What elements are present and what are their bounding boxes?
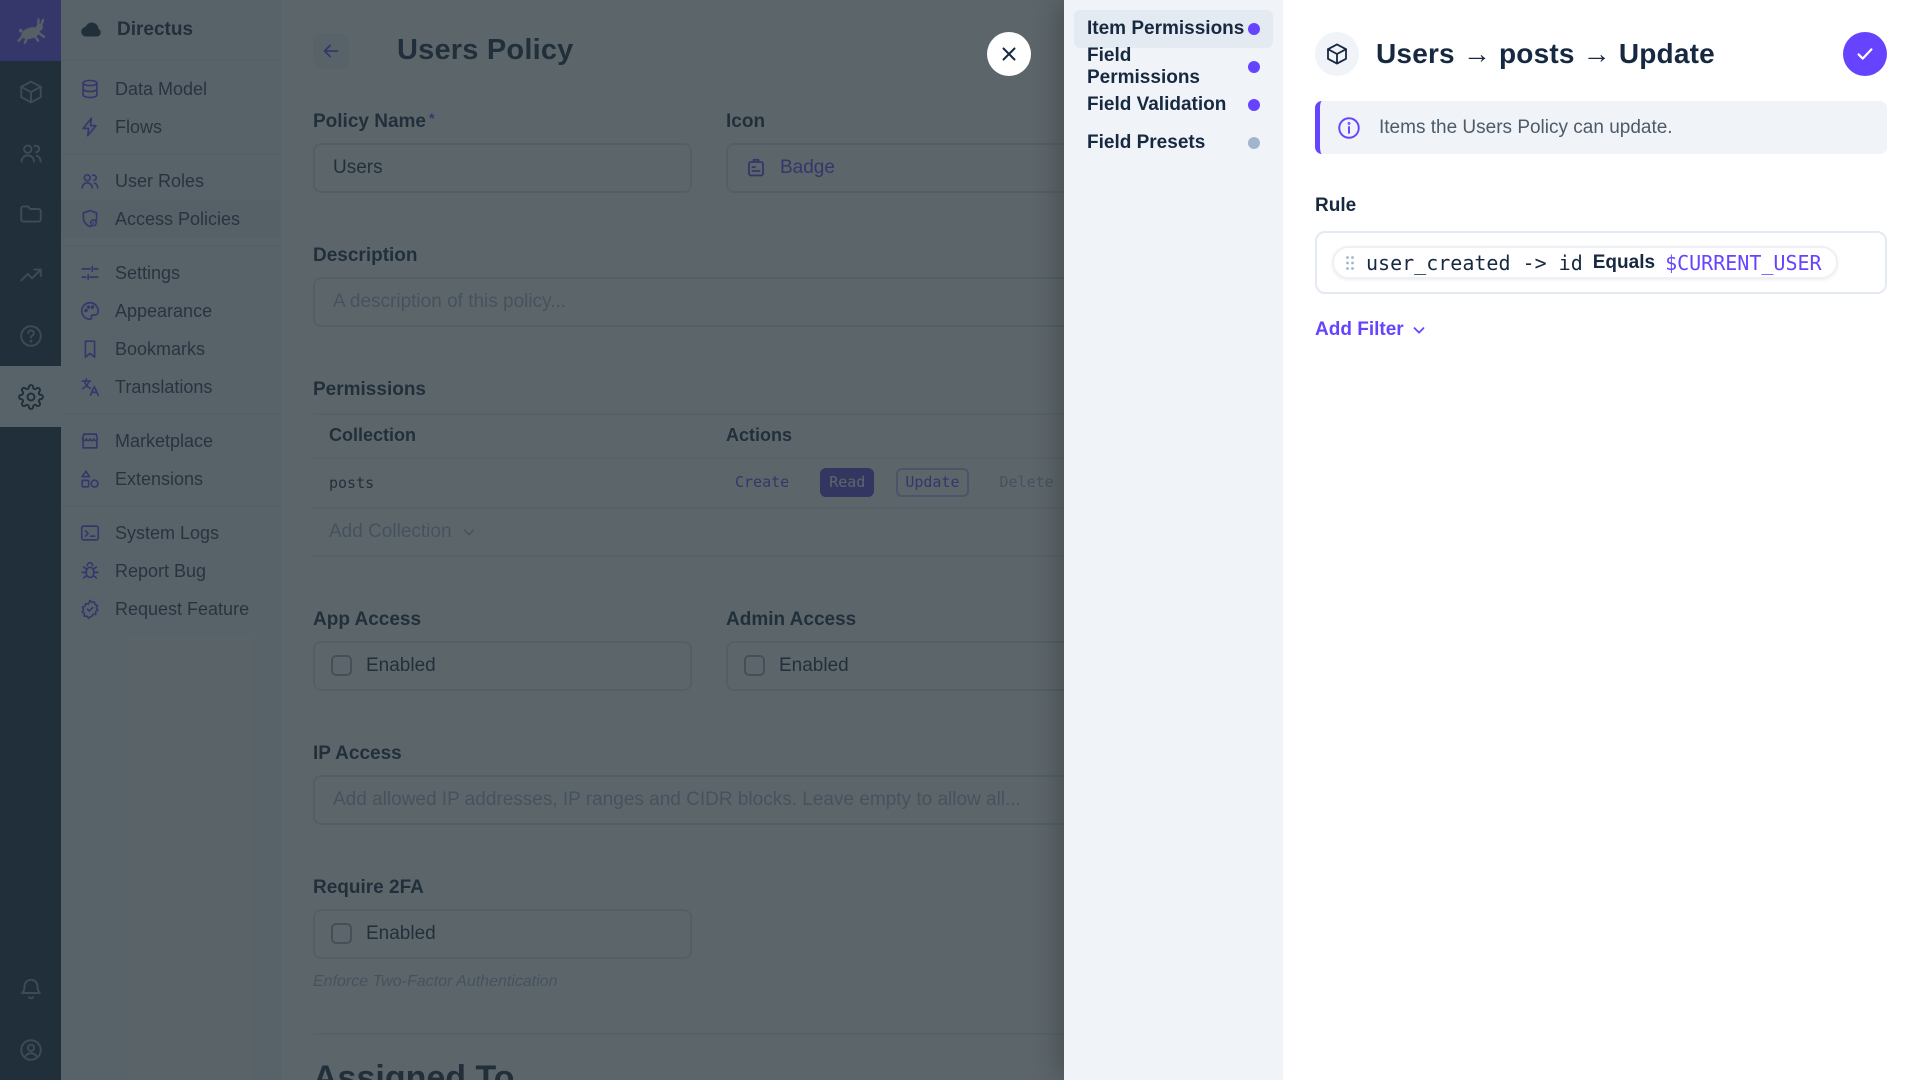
close-drawer-button[interactable]: [987, 32, 1031, 76]
modal-overlay[interactable]: [0, 0, 1064, 1080]
drawer-title: Users → posts → Update: [1376, 38, 1715, 70]
tab-field-validation[interactable]: Field Validation: [1074, 86, 1273, 124]
box-icon: [1325, 42, 1349, 66]
box-icon-circle: [1315, 32, 1359, 76]
add-filter-button[interactable]: Add Filter: [1315, 319, 1428, 341]
rule-label: Rule: [1315, 195, 1887, 217]
tab-item-permissions[interactable]: Item Permissions: [1074, 10, 1273, 48]
check-icon: [1854, 43, 1876, 65]
filter-operator[interactable]: Equals: [1593, 252, 1655, 274]
chevron-down-icon: [1410, 321, 1428, 339]
filter-field[interactable]: user_created -> id: [1366, 251, 1583, 275]
info-icon: [1336, 115, 1362, 141]
info-banner: Items the Users Policy can update.: [1315, 101, 1887, 154]
filter-value[interactable]: $CURRENT_USER: [1665, 251, 1822, 275]
drawer-main: Users → posts → Update Items the Users P…: [1283, 0, 1920, 1080]
filter-chip[interactable]: user_created -> id Equals $CURRENT_USER: [1332, 246, 1838, 279]
save-button[interactable]: [1843, 32, 1887, 76]
drag-handle-icon[interactable]: [1344, 255, 1356, 271]
close-icon: [998, 43, 1020, 65]
directus-app: Directus Data Model Flows User Roles Acc…: [0, 0, 1920, 1080]
permissions-drawer: Item Permissions Field Permissions Field…: [1064, 0, 1920, 1080]
status-dot: [1248, 23, 1260, 35]
rule-filter-box: user_created -> id Equals $CURRENT_USER: [1315, 231, 1887, 294]
drawer-menu: Item Permissions Field Permissions Field…: [1064, 0, 1283, 1080]
status-dot: [1248, 137, 1260, 149]
drawer-header: Users → posts → Update: [1315, 32, 1887, 76]
tab-field-permissions[interactable]: Field Permissions: [1074, 48, 1273, 86]
tab-field-presets[interactable]: Field Presets: [1074, 124, 1273, 162]
status-dot: [1248, 61, 1260, 73]
status-dot: [1248, 99, 1260, 111]
info-banner-text: Items the Users Policy can update.: [1379, 117, 1673, 139]
